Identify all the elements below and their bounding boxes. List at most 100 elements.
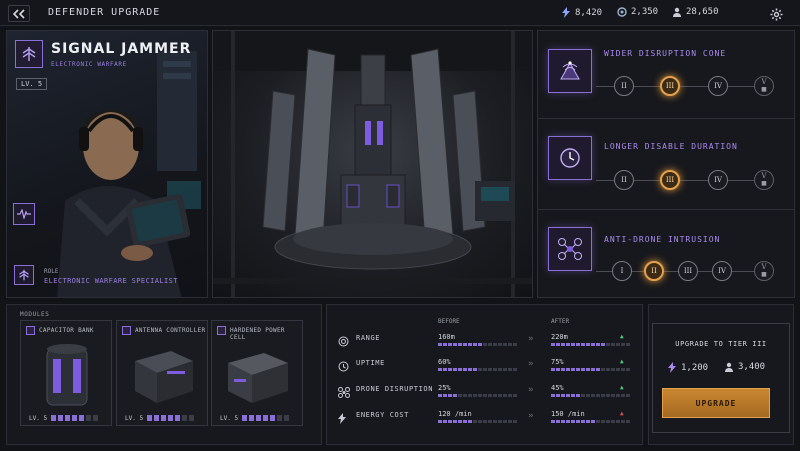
stat-name: DRONE DISRUPTION: [356, 385, 434, 393]
crystal-icon: [617, 7, 627, 17]
module-level-pips: [147, 415, 194, 421]
hero-name: SIGNAL JAMMER: [51, 41, 192, 57]
after-label: AFTER: [551, 318, 570, 325]
trend-down-icon: ▲: [620, 410, 624, 417]
stat-after-bar: [551, 420, 630, 423]
stat-before-value: 25%: [438, 384, 451, 392]
stat-before-value: 60%: [438, 358, 451, 366]
jammer-device-render: [213, 31, 532, 297]
energy-value: 8,420: [575, 7, 603, 18]
level-pip: [270, 415, 275, 421]
stat-after-value: 45%: [551, 384, 564, 392]
drone-disruption-icon: [338, 383, 350, 402]
chevron-right-icon: »: [528, 385, 534, 395]
role-value: ELECTRONIC WARFARE SPECIALIST: [44, 277, 178, 285]
tier-node-current[interactable]: II: [644, 261, 664, 281]
upgrade-row-anti-drone: ANTI-DRONE INTRUSION I II III IV V ■: [538, 213, 794, 297]
radar-cone-icon: [548, 49, 592, 93]
back-button[interactable]: [8, 5, 30, 22]
upgrade-title: WIDER DISRUPTION CONE: [604, 49, 727, 58]
level-pip: [284, 415, 289, 421]
level-pip: [182, 415, 187, 421]
clock-icon: [548, 136, 592, 180]
module-level-pips: [242, 415, 289, 421]
level-pip: [86, 415, 91, 421]
lock-icon: ■: [761, 180, 767, 187]
energy-bolt-icon: [668, 362, 676, 373]
tier-node-current[interactable]: III: [660, 76, 680, 96]
personnel-icon: [673, 7, 681, 17]
tier-node[interactable]: II: [614, 170, 634, 190]
module-level-pips: [51, 415, 98, 421]
personnel-icon: [725, 362, 733, 372]
energy-cost-icon: [338, 409, 347, 428]
crystal-value: 2,350: [631, 7, 659, 17]
stat-name: ENERGY COST: [356, 411, 409, 419]
module-name: HARDENED POWER CELL: [230, 327, 285, 341]
level-pip: [93, 415, 98, 421]
stat-before-bar: [438, 394, 517, 397]
device-display: [212, 30, 533, 298]
tier-node-locked[interactable]: V ■: [754, 76, 774, 96]
tier-node[interactable]: IV: [712, 261, 732, 281]
stats-panel: [326, 304, 643, 445]
tier-node[interactable]: IV: [708, 76, 728, 96]
stat-after-value: 220m: [551, 333, 568, 341]
tier-label: V: [761, 172, 767, 180]
tier-node[interactable]: III: [678, 261, 698, 281]
cost-title: UPGRADE TO TIER III: [675, 340, 767, 348]
module-capacitor-bank[interactable]: CAPACITOR BANK LV. 5: [20, 320, 112, 426]
chevron-rank-icon: [22, 47, 36, 61]
stat-after-value: 75%: [551, 358, 564, 366]
tier-label: V: [761, 263, 767, 271]
level-pip: [175, 415, 180, 421]
role-badge: [14, 265, 34, 285]
tier-node-locked[interactable]: V ■: [754, 170, 774, 190]
module-name: ANTENNA CONTROLLER: [135, 327, 206, 334]
chevron-right-icon: »: [528, 359, 534, 369]
settings-button[interactable]: [770, 6, 783, 25]
role-label: ROLE: [44, 268, 59, 275]
upgrade-button[interactable]: UPGRADE: [662, 388, 770, 418]
stat-after-bar: [551, 394, 630, 397]
module-hardened-power-cell[interactable]: HARDENED POWER CELL LV. 5: [211, 320, 303, 426]
level-pip: [51, 415, 56, 421]
level-pip: [277, 415, 282, 421]
drone-icon: [548, 227, 592, 271]
stat-after-bar: [551, 343, 630, 346]
capacitor-render: [46, 344, 88, 406]
tier-node-current[interactable]: III: [660, 170, 680, 190]
stat-before-value: 160m: [438, 333, 455, 341]
level-pip: [147, 415, 152, 421]
module-antenna-controller[interactable]: ANTENNA CONTROLLER LV. 5: [116, 320, 208, 426]
level-pip: [263, 415, 268, 421]
lock-icon: ■: [761, 86, 767, 93]
level-pip: [161, 415, 166, 421]
module-icon: [217, 326, 226, 335]
stat-name: RANGE: [356, 334, 381, 342]
tier-node[interactable]: IV: [708, 170, 728, 190]
stat-before-bar: [438, 420, 517, 423]
level-pip: [79, 415, 84, 421]
upgrade-title: ANTI-DRONE INTRUSION: [604, 235, 721, 244]
stat-after-bar: [551, 368, 630, 371]
tier-label: V: [761, 78, 767, 86]
tier-node[interactable]: I: [612, 261, 632, 281]
ability-slot[interactable]: [13, 203, 35, 225]
module-level: LV. 5: [29, 415, 48, 422]
module-level: LV. 5: [125, 415, 144, 422]
upgrade-title: LONGER DISABLE DURATION: [604, 142, 738, 151]
tier-node[interactable]: II: [614, 76, 634, 96]
before-label: BEFORE: [438, 318, 460, 325]
range-icon: [338, 332, 349, 351]
level-pip: [65, 415, 70, 421]
trend-up-icon: ▲: [620, 358, 624, 365]
level-pip: [168, 415, 173, 421]
level-pip: [249, 415, 254, 421]
tier-node-locked[interactable]: V ■: [754, 261, 774, 281]
personnel-resource: 28,650: [672, 7, 719, 17]
stat-name: UPTIME: [356, 359, 385, 367]
hero-subtitle: ELECTRONIC WARFARE: [51, 61, 127, 68]
module-icon: [26, 326, 35, 335]
chevron-rank-icon: [19, 269, 29, 281]
